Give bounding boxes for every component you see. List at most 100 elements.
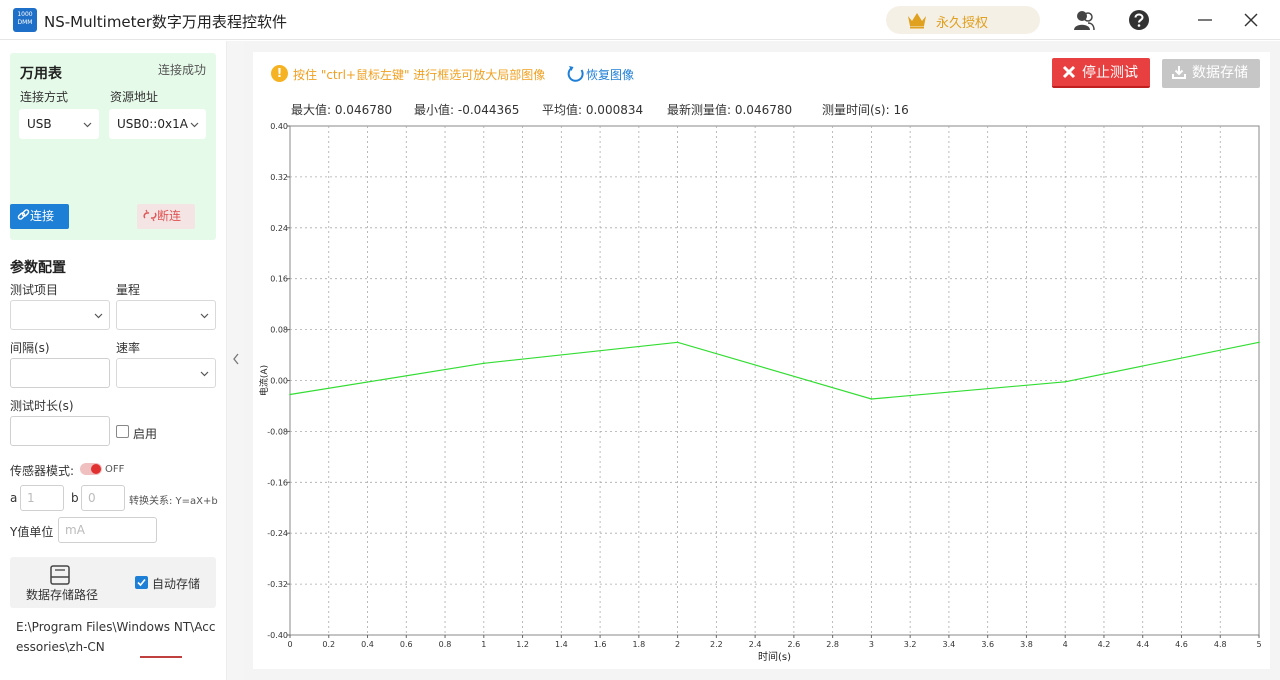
chevron-down-icon xyxy=(200,313,209,319)
connect-button[interactable]: 连接 xyxy=(10,204,69,229)
data-point xyxy=(676,341,679,344)
interval-label: 间隔(s) xyxy=(10,341,50,355)
chevron-down-icon xyxy=(83,122,92,128)
method-select[interactable]: USB xyxy=(19,109,99,139)
x-tick-label: 4 xyxy=(1063,640,1068,649)
toggle-knob xyxy=(91,464,101,474)
unlink-icon xyxy=(143,209,157,222)
method-label: 连接方式 xyxy=(20,90,69,104)
y-tick-label: 0.40 xyxy=(270,122,288,131)
test-item-label: 测试项目 xyxy=(10,283,59,297)
x-tick-label: 4.6 xyxy=(1175,640,1188,649)
data-point xyxy=(483,362,485,365)
check-icon xyxy=(137,578,146,587)
storage-card: 数据存储路径 自动存储 xyxy=(10,557,216,608)
x-tick-label: 3 xyxy=(869,640,874,649)
y-tick-label: -0.40 xyxy=(267,631,288,640)
restore-image-button[interactable]: 恢复图像 xyxy=(566,64,634,84)
minimize-icon[interactable] xyxy=(1194,9,1216,31)
data-point xyxy=(1064,380,1066,383)
y-tick-label: 0.24 xyxy=(270,224,288,233)
x-tick-label: 0.6 xyxy=(400,640,413,649)
crown-icon xyxy=(908,13,926,29)
x-tick-label: 0 xyxy=(287,640,292,649)
panel-splitter[interactable] xyxy=(226,41,244,680)
storage-path: E:\Program Files\Windows NT\Accessories\… xyxy=(16,620,216,654)
save-data-button[interactable]: 数据存储 xyxy=(1162,59,1260,88)
enable-label: 启用 xyxy=(133,427,158,441)
x-tick-label: 1.6 xyxy=(594,640,607,649)
x-tick-label: 3.8 xyxy=(1020,640,1033,649)
drive-icon[interactable] xyxy=(49,565,71,585)
interval-input[interactable] xyxy=(10,358,110,388)
duration-label: 测试时长(s) xyxy=(10,399,74,413)
x-tick-label: 2.4 xyxy=(749,640,762,649)
sensor-mode-label: 传感器模式: xyxy=(10,464,75,478)
user-icon[interactable] xyxy=(1073,9,1095,31)
chevron-left-icon[interactable] xyxy=(231,351,241,367)
range-label: 量程 xyxy=(116,283,141,297)
x-tick-label: 2.8 xyxy=(826,640,839,649)
x-tick-label: 3.6 xyxy=(981,640,994,649)
x-icon xyxy=(1062,65,1076,79)
a-input[interactable]: 1 xyxy=(20,485,64,511)
enable-checkbox[interactable] xyxy=(116,425,129,438)
help-icon[interactable] xyxy=(1128,9,1150,31)
auto-save-label: 自动存储 xyxy=(152,577,201,591)
sensor-toggle[interactable] xyxy=(80,463,102,475)
chevron-down-icon xyxy=(200,371,209,377)
rate-label: 速率 xyxy=(116,341,141,355)
close-icon[interactable] xyxy=(1240,9,1262,31)
y-tick-label: 0.00 xyxy=(270,377,288,386)
rate-select[interactable] xyxy=(116,358,216,388)
refresh-icon xyxy=(567,66,584,82)
x-tick-label: 4.2 xyxy=(1098,640,1111,649)
x-tick-label: 1.2 xyxy=(516,640,529,649)
auto-save-checkbox[interactable] xyxy=(135,576,148,589)
resource-select[interactable]: USB0::0x1A xyxy=(109,109,206,139)
yunit-input[interactable]: mA xyxy=(58,517,157,543)
b-label: b xyxy=(71,491,79,505)
b-input[interactable]: 0 xyxy=(81,485,125,511)
x-axis-label: 时间(s) xyxy=(758,650,791,663)
y-tick-label: -0.24 xyxy=(267,529,288,538)
x-tick-label: 1 xyxy=(481,640,486,649)
resource-label: 资源地址 xyxy=(110,90,159,104)
y-tick-label: 0.16 xyxy=(270,275,288,284)
x-tick-label: 0.2 xyxy=(322,640,335,649)
transform-label: 转换关系: Y=aX+b xyxy=(129,496,218,507)
storage-path-button[interactable]: 数据存储路径 xyxy=(26,586,98,603)
x-tick-label: 2.6 xyxy=(788,640,801,649)
data-point xyxy=(870,398,873,400)
y-axis-label: 电流(A) xyxy=(258,365,270,396)
x-tick-label: 0.8 xyxy=(439,640,452,649)
scroll-indicator xyxy=(140,656,182,658)
warning-icon: ! xyxy=(271,65,288,82)
data-point xyxy=(1258,341,1260,344)
x-tick-label: 4.4 xyxy=(1136,640,1149,649)
y-tick-label: 0.32 xyxy=(270,173,288,182)
disconnect-button[interactable]: 断连 xyxy=(137,204,195,229)
x-tick-label: 5 xyxy=(1256,640,1261,649)
x-tick-label: 4.8 xyxy=(1214,640,1227,649)
left-panel: 万用表 连接成功 连接方式 资源地址 USB USB0::0x1A 连接 断连 … xyxy=(0,41,226,680)
x-tick-label: 2.2 xyxy=(710,640,723,649)
x-tick-label: 1.8 xyxy=(632,640,645,649)
app-title: NS-Multimeter数字万用表程控软件 xyxy=(44,13,287,31)
chevron-down-icon xyxy=(190,122,199,128)
x-tick-label: 2 xyxy=(675,640,680,649)
connection-heading: 万用表 xyxy=(20,66,62,82)
sensor-state: OFF xyxy=(105,464,125,475)
duration-input[interactable] xyxy=(10,416,110,446)
current-chart[interactable]: 0.400.320.240.160.080.00-0.08-0.16-0.24-… xyxy=(253,116,1270,666)
params-heading: 参数配置 xyxy=(10,260,66,276)
range-select[interactable] xyxy=(116,300,216,330)
x-tick-label: 3.4 xyxy=(943,640,956,649)
test-item-select[interactable] xyxy=(10,300,110,330)
stop-test-button[interactable]: 停止测试 xyxy=(1052,58,1150,88)
license-button[interactable]: 永久授权 xyxy=(886,6,1040,34)
app-logo: 1000 DMM xyxy=(13,8,37,32)
a-label: a xyxy=(10,491,18,505)
download-icon xyxy=(1172,66,1186,79)
y-tick-label: 0.08 xyxy=(270,326,288,335)
